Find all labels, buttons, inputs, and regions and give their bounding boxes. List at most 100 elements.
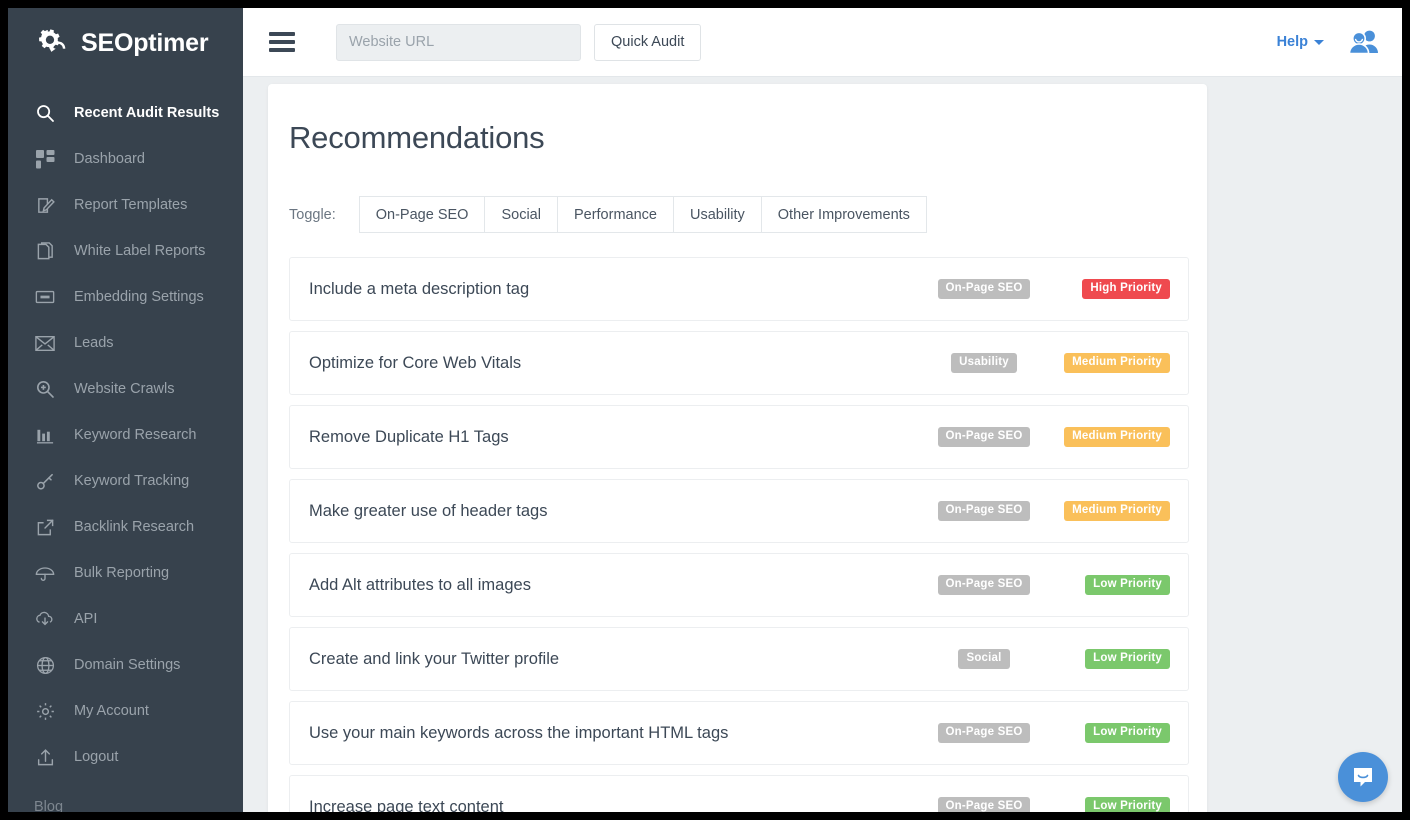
toggle-label: Toggle:	[289, 207, 336, 223]
search-input[interactable]	[336, 24, 581, 61]
sidebar-item-label: White Label Reports	[74, 243, 205, 259]
content-card: Recommendations Toggle: On-Page SEO Soci…	[268, 84, 1207, 820]
brand-logo[interactable]: SEOptimer	[8, 8, 243, 78]
help-label: Help	[1277, 34, 1308, 50]
priority-badge-cell: Low Priority	[1085, 649, 1170, 670]
caret-down-icon	[1314, 40, 1324, 45]
gear-logo-icon	[34, 26, 72, 60]
sidebar: SEOptimer Recent Audit Results Dashboard	[8, 8, 243, 812]
recommendation-title: Remove Duplicate H1 Tags	[309, 428, 509, 447]
external-link-icon	[34, 516, 56, 538]
recommendation-row[interactable]: Add Alt attributes to all images On-Page …	[289, 553, 1189, 617]
sidebar-item-label: My Account	[74, 703, 149, 719]
category-badge-cell: On-Page SEO	[909, 427, 1059, 448]
tab-usability[interactable]: Usability	[674, 196, 762, 233]
search-plus-icon	[34, 378, 56, 400]
sidebar-item-label: Recent Audit Results	[74, 105, 219, 121]
filter-tab-group: On-Page SEO Social Performance Usability…	[359, 196, 927, 233]
recommendation-title: Create and link your Twitter profile	[309, 650, 559, 669]
brand-name: SEOptimer	[81, 29, 208, 58]
edit-document-icon	[34, 194, 56, 216]
category-badge-cell: On-Page SEO	[909, 279, 1059, 300]
status-badge: Low Priority	[1085, 649, 1170, 670]
recommendation-row[interactable]: Use your main keywords across the import…	[289, 701, 1189, 765]
recommendation-row[interactable]: Remove Duplicate H1 Tags On-Page SEO Mediu…	[289, 405, 1189, 469]
category-badge: On-Page SEO	[938, 575, 1031, 596]
toggle-bar: Toggle: On-Page SEO Social Performance U…	[289, 196, 1189, 233]
recommendation-row[interactable]: Create and link your Twitter profile Soci…	[289, 627, 1189, 691]
priority-badge-cell: Low Priority	[1085, 575, 1170, 596]
sidebar-item-label: Backlink Research	[74, 519, 194, 535]
hamburger-icon[interactable]	[269, 32, 295, 52]
recommendation-row[interactable]: Optimize for Core Web Vitals UsabilityMed…	[289, 331, 1189, 395]
gear-icon	[34, 700, 56, 722]
sidebar-item-label: Embedding Settings	[74, 289, 204, 305]
sidebar-item-logout[interactable]: Logout	[8, 734, 243, 780]
recommendation-title: Add Alt attributes to all images	[309, 576, 531, 595]
users-avatar-icon[interactable]	[1348, 29, 1380, 55]
globe-icon	[34, 654, 56, 676]
dashboard-grid-icon	[34, 148, 56, 170]
recommendation-row[interactable]: Make greater use of header tags On-Page S…	[289, 479, 1189, 543]
chat-bubble-smile-icon[interactable]	[1338, 752, 1388, 802]
category-badge: On-Page SEO	[938, 723, 1031, 744]
status-badge: Low Priority	[1085, 575, 1170, 596]
status-badge: Medium Priority	[1064, 353, 1170, 374]
sidebar-item-bulk-reporting[interactable]: Bulk Reporting	[8, 550, 243, 596]
category-badge-cell: On-Page SEO	[909, 723, 1059, 744]
recommendation-row[interactable]: Include a meta description tag On-Page SE…	[289, 257, 1189, 321]
sidebar-item-label: Bulk Reporting	[74, 565, 169, 581]
category-badge: Social	[958, 649, 1009, 670]
envelope-icon	[34, 332, 56, 354]
status-badge: Low Priority	[1085, 723, 1170, 744]
priority-badge-cell: Medium Priority	[1064, 427, 1170, 448]
priority-badge-cell: High Priority	[1082, 279, 1170, 300]
sidebar-item-report-templates[interactable]: Report Templates	[8, 182, 243, 228]
sidebar-item-embedding-settings[interactable]: Embedding Settings	[8, 274, 243, 320]
sidebar-item-api[interactable]: API	[8, 596, 243, 642]
top-header: Quick Audit Help	[243, 8, 1402, 77]
sidebar-item-domain-settings[interactable]: Domain Settings	[8, 642, 243, 688]
status-badge: Medium Priority	[1064, 427, 1170, 448]
sidebar-item-my-account[interactable]: My Account	[8, 688, 243, 734]
recommendation-title: Optimize for Core Web Vitals	[309, 354, 521, 373]
key-icon	[34, 470, 56, 492]
recommendations-list: Include a meta description tag On-Page SE…	[289, 257, 1189, 820]
category-badge-cell: On-Page SEO	[909, 501, 1059, 522]
sidebar-item-backlink-research[interactable]: Backlink Research	[8, 504, 243, 550]
upload-logout-icon	[34, 746, 56, 768]
category-badge: On-Page SEO	[938, 427, 1031, 448]
recommendation-title: Include a meta description tag	[309, 280, 529, 299]
tab-performance[interactable]: Performance	[558, 196, 674, 233]
app-root: SEOptimer Recent Audit Results Dashboard	[0, 0, 1410, 820]
sidebar-footer-link-blog[interactable]: Blog	[8, 798, 243, 812]
sidebar-item-white-label-reports[interactable]: White Label Reports	[8, 228, 243, 274]
sidebar-item-label: API	[74, 611, 97, 627]
sidebar-item-label: Dashboard	[74, 151, 145, 167]
status-badge: High Priority	[1082, 279, 1170, 300]
sidebar-item-keyword-tracking[interactable]: Keyword Tracking	[8, 458, 243, 504]
sidebar-item-label: Report Templates	[74, 197, 187, 213]
sidebar-item-leads[interactable]: Leads	[8, 320, 243, 366]
category-badge: On-Page SEO	[938, 501, 1031, 522]
category-badge: On-Page SEO	[938, 279, 1031, 300]
help-menu[interactable]: Help	[1277, 34, 1324, 50]
category-badge-cell: On-Page SEO	[909, 575, 1059, 596]
category-badge-cell: Usability	[909, 353, 1059, 374]
sidebar-item-recent-audit-results[interactable]: Recent Audit Results	[8, 90, 243, 136]
embed-box-icon	[34, 286, 56, 308]
umbrella-icon	[34, 562, 56, 584]
sidebar-item-website-crawls[interactable]: Website Crawls	[8, 366, 243, 412]
sidebar-nav: Recent Audit Results Dashboard Report Te…	[8, 78, 243, 812]
sidebar-item-label: Keyword Research	[74, 427, 197, 443]
sidebar-item-keyword-research[interactable]: Keyword Research	[8, 412, 243, 458]
tab-social[interactable]: Social	[485, 196, 558, 233]
tab-other-improvements[interactable]: Other Improvements	[762, 196, 927, 233]
tab-on-page-seo[interactable]: On-Page SEO	[359, 196, 486, 233]
recommendation-title: Use your main keywords across the import…	[309, 724, 728, 743]
recommendation-title: Make greater use of header tags	[309, 502, 547, 521]
quick-audit-button[interactable]: Quick Audit	[594, 24, 701, 61]
category-badge-cell: Social	[909, 649, 1059, 670]
chat-bubble-glyph	[1350, 764, 1376, 790]
sidebar-item-dashboard[interactable]: Dashboard	[8, 136, 243, 182]
